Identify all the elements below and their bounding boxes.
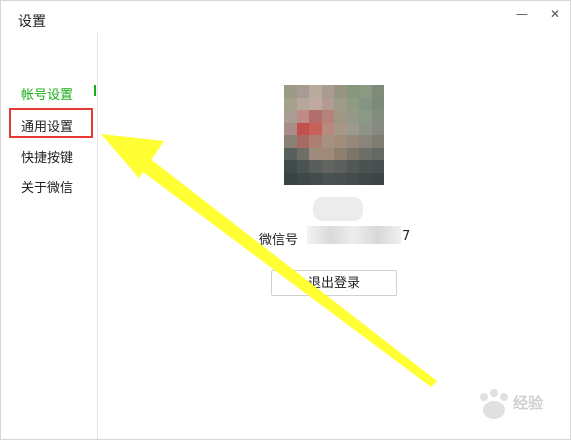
avatar-pixel: [321, 110, 334, 123]
sidebar-item-account-settings[interactable]: 帐号设置: [21, 84, 73, 103]
avatar: [284, 85, 384, 185]
avatar-pixel: [321, 160, 334, 173]
avatar-pixel: [309, 160, 322, 173]
avatar-pixel: [321, 85, 334, 98]
avatar-pixel: [346, 172, 359, 185]
avatar-pixel: [284, 147, 297, 160]
avatar-pixel: [371, 97, 384, 110]
avatar-pixel: [359, 147, 372, 160]
wechat-id-blurred: [307, 226, 401, 244]
minimize-icon[interactable]: —: [513, 5, 531, 23]
avatar-pixel: [359, 172, 372, 185]
close-icon[interactable]: ✕: [546, 5, 564, 23]
avatar-pixel: [284, 122, 297, 135]
avatar-pixel: [321, 122, 334, 135]
avatar-pixel: [309, 122, 322, 135]
avatar-pixel: [359, 97, 372, 110]
avatar-pixel: [321, 97, 334, 110]
avatar-pixel: [371, 172, 384, 185]
avatar-pixel: [359, 85, 372, 98]
avatar-pixel: [371, 147, 384, 160]
avatar-pixel: [359, 122, 372, 135]
avatar-pixel: [334, 85, 347, 98]
avatar-pixel: [334, 110, 347, 123]
avatar-pixel: [346, 147, 359, 160]
settings-window: 设置 — ✕ 帐号设置 通用设置 快捷按键 关于微信 微信号 7 退出登录 经验: [0, 0, 571, 440]
avatar-pixel: [346, 160, 359, 173]
avatar-pixel: [334, 135, 347, 148]
avatar-pixel: [296, 160, 309, 173]
avatar-pixel: [296, 122, 309, 135]
avatar-pixel: [284, 85, 297, 98]
avatar-pixel: [296, 135, 309, 148]
avatar-pixel: [296, 110, 309, 123]
avatar-pixel: [346, 135, 359, 148]
watermark-text: 经验: [513, 394, 544, 412]
avatar-pixel: [284, 160, 297, 173]
avatar-pixel: [359, 135, 372, 148]
avatar-pixel: [334, 160, 347, 173]
avatar-pixel: [309, 172, 322, 185]
logout-button[interactable]: 退出登录: [271, 270, 397, 296]
avatar-pixel: [359, 160, 372, 173]
sidebar-item-about-wechat[interactable]: 关于微信: [21, 177, 73, 196]
avatar-pixel: [321, 147, 334, 160]
avatar-pixel: [334, 97, 347, 110]
avatar-pixel: [359, 110, 372, 123]
avatar-pixel: [309, 147, 322, 160]
avatar-pixel: [371, 160, 384, 173]
avatar-pixel: [284, 110, 297, 123]
avatar-pixel: [296, 85, 309, 98]
avatar-pixel: [296, 147, 309, 160]
avatar-pixel: [346, 122, 359, 135]
avatar-pixel: [371, 122, 384, 135]
avatar-pixel: [309, 85, 322, 98]
sidebar-item-shortcut-keys[interactable]: 快捷按键: [21, 147, 73, 166]
avatar-pixel: [334, 147, 347, 160]
avatar-pixel: [346, 110, 359, 123]
avatar-pixel: [284, 172, 297, 185]
general-settings-highlight-box: [9, 108, 93, 138]
avatar-pixel: [346, 97, 359, 110]
avatar-pixel: [321, 135, 334, 148]
avatar-pixel: [321, 172, 334, 185]
avatar-pixel: [371, 85, 384, 98]
avatar-pixel: [371, 135, 384, 148]
wechat-id-tail: 7: [402, 229, 411, 244]
avatar-pixel: [284, 135, 297, 148]
avatar-pixel: [334, 172, 347, 185]
wechat-id-label: 微信号: [259, 233, 299, 248]
active-item-marker: [94, 85, 96, 96]
avatar-pixel: [309, 135, 322, 148]
avatar-pixel: [334, 122, 347, 135]
avatar-pixel: [296, 97, 309, 110]
blurred-nickname: [313, 197, 363, 221]
avatar-pixel: [309, 97, 322, 110]
window-title: 设置: [18, 14, 46, 30]
avatar-pixel: [371, 110, 384, 123]
avatar-pixel: [284, 97, 297, 110]
avatar-pixel: [346, 85, 359, 98]
avatar-pixel: [296, 172, 309, 185]
avatar-pixel: [309, 110, 322, 123]
